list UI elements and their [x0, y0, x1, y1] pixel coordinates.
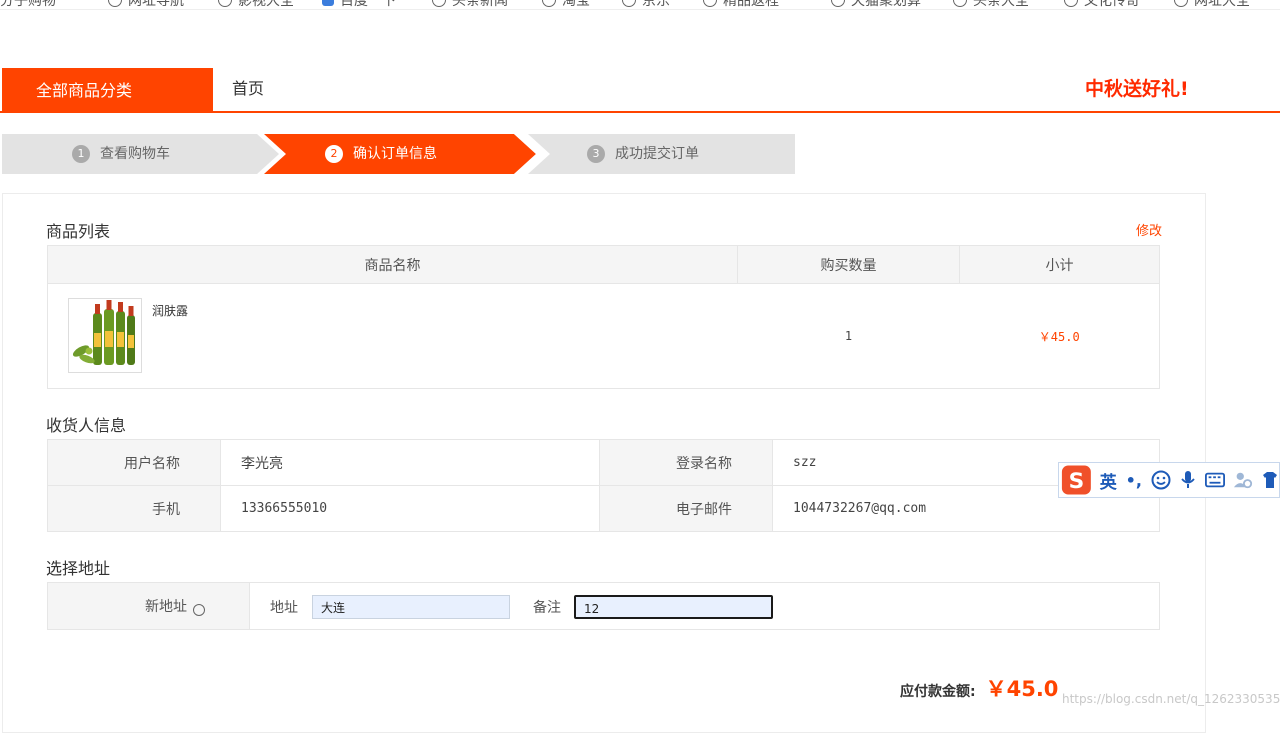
login-name-label: 登录名称: [599, 439, 773, 486]
table-row: 润肤露 1 ￥45.0: [47, 283, 1160, 389]
new-address-option[interactable]: 新地址: [48, 583, 250, 629]
note-label: 备注: [533, 600, 561, 616]
new-address-radio[interactable]: [193, 604, 205, 616]
ime-toolbar: S 英 •,: [1058, 462, 1280, 498]
step-label: 查看购物车: [100, 146, 170, 162]
punctuation-toggle[interactable]: •,: [1125, 470, 1143, 490]
bookmark-item[interactable]: 头条大全: [953, 0, 1029, 10]
checkout-steps: 1 查看购物车 2 确认订单信息 3 成功提交订单: [2, 134, 795, 174]
username-label: 用户名称: [47, 439, 221, 486]
bookmark-item[interactable]: 百度一下: [322, 0, 396, 10]
step-label: 确认订单信息: [353, 146, 437, 162]
bookmark-item[interactable]: 分子购物: [0, 0, 56, 10]
globe-icon: [542, 0, 556, 7]
new-address-label: 新地址: [145, 599, 187, 615]
receiver-info-title: 收货人信息: [46, 416, 127, 435]
bookmark-item[interactable]: 淘宝: [542, 0, 590, 10]
receiver-table: 用户名称 李光亮 登录名称 szz 手机 13366555010 电子邮件 10…: [47, 439, 1160, 532]
smiley-icon[interactable]: [1151, 470, 1171, 490]
globe-icon: [432, 0, 446, 7]
table-header-row: 商品名称 购买数量 小计: [47, 245, 1160, 284]
globe-icon: [703, 0, 717, 7]
bookmark-item[interactable]: 网址大全: [1174, 0, 1250, 10]
step-number: 2: [325, 145, 343, 163]
globe-icon: [1064, 0, 1078, 7]
keyboard-icon[interactable]: [1204, 470, 1225, 490]
total-label: 应付款金额:: [900, 684, 976, 700]
step-label: 成功提交订单: [615, 146, 699, 162]
main-nav: 全部商品分类 首页 中秋送好礼!: [0, 68, 1280, 113]
svg-text:S: S: [1069, 469, 1085, 494]
olive-oil-bottles-image: [72, 300, 135, 365]
step-number: 3: [587, 145, 605, 163]
baidu-icon: [322, 0, 334, 6]
product-image[interactable]: [68, 298, 142, 373]
globe-icon: [1174, 0, 1188, 7]
ime-language-toggle[interactable]: 英: [1100, 468, 1117, 493]
phone-value: 13366555010: [220, 485, 600, 532]
goods-list-title: 商品列表: [46, 222, 111, 241]
step-submit-success: 3 成功提交订单: [587, 134, 699, 174]
edit-link[interactable]: 修改: [1136, 220, 1162, 239]
phone-label: 手机: [47, 485, 221, 532]
user-settings-icon[interactable]: [1233, 470, 1253, 490]
note-input[interactable]: 12: [574, 595, 773, 619]
step-number: 1: [72, 145, 90, 163]
globe-icon: [108, 0, 122, 7]
table-row: 手机 13366555010 电子邮件 1044732267@qq.com: [47, 485, 1160, 532]
bookmark-item[interactable]: 影视大全: [218, 0, 294, 10]
product-name[interactable]: 润肤露: [152, 298, 188, 373]
sogou-logo-icon[interactable]: S: [1061, 463, 1092, 497]
column-header: 商品名称: [47, 245, 738, 284]
globe-icon: [831, 0, 845, 7]
table-row: 用户名称 李光亮 登录名称 szz: [47, 439, 1160, 486]
total-amount: 应付款金额: ￥45.0: [900, 673, 1058, 703]
subtotal-cell: ￥45.0: [959, 283, 1160, 389]
quantity-cell: 1: [737, 283, 960, 389]
address-label: 地址: [270, 600, 298, 616]
goods-table: 商品名称 购买数量 小计 润肤露 1 ￥45.0: [47, 245, 1160, 389]
home-link[interactable]: 首页: [232, 68, 264, 110]
promo-banner-text[interactable]: 中秋送好礼!: [1085, 68, 1189, 110]
step-confirm-order: 2 确认订单信息: [325, 134, 437, 174]
bookmark-item[interactable]: 精品返程: [703, 0, 779, 10]
total-value: ￥45.0: [985, 677, 1059, 701]
email-label: 电子邮件: [599, 485, 773, 532]
step-view-cart: 1 查看购物车: [72, 134, 170, 174]
bookmark-item[interactable]: 京东: [622, 0, 670, 10]
globe-icon: [953, 0, 967, 7]
bookmark-item[interactable]: 文化传奇: [1064, 0, 1140, 10]
column-header: 购买数量: [737, 245, 960, 284]
bookmark-item[interactable]: 头条新闻: [432, 0, 508, 10]
globe-icon: [622, 0, 636, 7]
all-categories-button[interactable]: 全部商品分类: [2, 68, 213, 113]
username-value: 李光亮: [220, 439, 600, 486]
address-input[interactable]: 大连: [312, 595, 510, 619]
column-header: 小计: [959, 245, 1160, 284]
bookmarks-bar: 分子购物 网址导航 影视大全 百度一下 头条新闻 淘宝 京东 精品返程 天猫聚划…: [0, 0, 1280, 10]
globe-icon: [218, 0, 232, 7]
microphone-icon[interactable]: [1179, 470, 1197, 490]
skin-shirt-icon[interactable]: [1261, 470, 1279, 490]
select-address-title: 选择地址: [46, 559, 111, 578]
bookmark-item[interactable]: 天猫聚划算: [831, 0, 921, 10]
product-cell: 润肤露: [47, 283, 738, 389]
bookmark-item[interactable]: 网址导航: [108, 0, 184, 10]
watermark: https://blog.csdn.net/q_1262330535: [1062, 692, 1280, 706]
